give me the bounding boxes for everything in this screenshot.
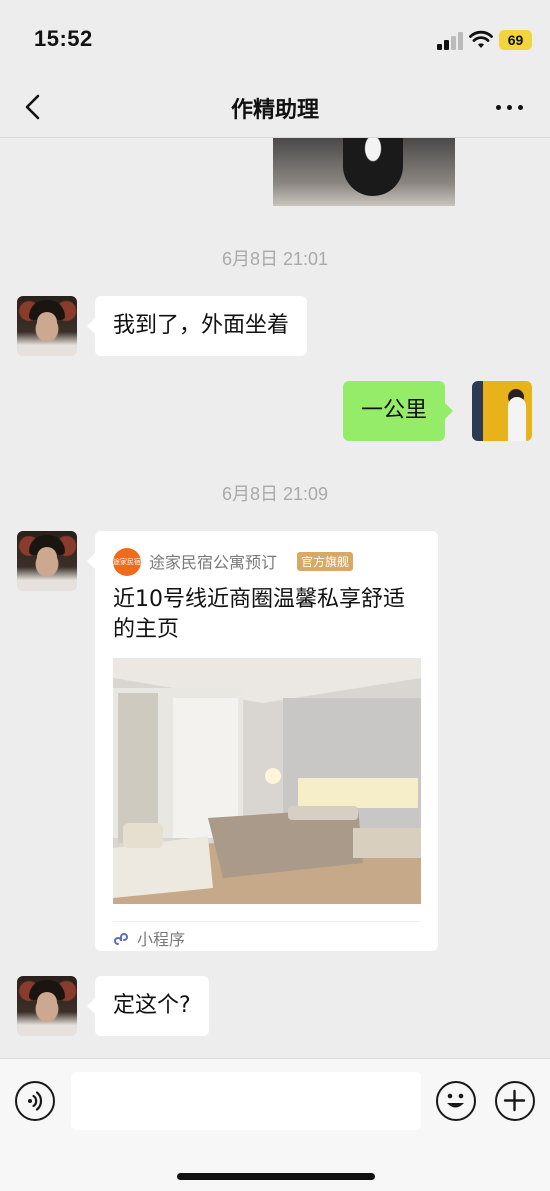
my-avatar[interactable]	[472, 381, 532, 441]
timestamp: 6月8日 21:01	[221, 249, 329, 269]
battery-indicator: 69	[499, 30, 532, 50]
contact-avatar[interactable]	[17, 296, 77, 356]
contact-avatar[interactable]	[17, 976, 77, 1036]
message-bubble-outgoing[interactable]: 一公里	[343, 381, 454, 441]
mini-program-card[interactable]: 途家民宿 途家民宿公寓预订 官方旗舰 近10号线近商圈温馨私享舒适的主页 小程序	[87, 531, 438, 951]
input-bar	[0, 1058, 550, 1191]
voice-icon[interactable]	[15, 1081, 55, 1121]
nav-bar: 作精助理	[0, 80, 550, 138]
card-title: 近10号线近商圈温馨私享舒适的主页	[113, 587, 405, 642]
mini-program-label: 小程序	[137, 930, 186, 949]
contact-avatar[interactable]	[17, 531, 77, 591]
plus-icon[interactable]	[495, 1081, 535, 1121]
status-bar: 15:52 69	[0, 0, 550, 80]
more-dots-icon[interactable]	[492, 95, 528, 119]
cat-photo	[343, 138, 403, 196]
message-input[interactable]	[71, 1072, 421, 1130]
message-bubble-incoming[interactable]: 我到了，外面坐着	[86, 296, 308, 356]
official-badge: 官方旗舰	[297, 552, 354, 571]
mini-program-icon	[114, 933, 128, 945]
chat-title: 作精助理	[230, 98, 319, 123]
previous-image-message[interactable]	[273, 138, 455, 206]
chat-area[interactable]: 6月8日 21:01 我到了，外面坐着 一公里 6月8日 21:09 途家民宿 …	[0, 138, 550, 1058]
message-bubble-incoming[interactable]: 定这个?	[87, 976, 209, 1036]
tujia-logo: 途家民宿	[113, 548, 141, 576]
home-indicator[interactable]	[177, 1173, 375, 1180]
card-source: 途家民宿公寓预订	[149, 553, 278, 572]
wifi-icon	[469, 30, 493, 48]
cellular-signal-icon	[437, 32, 463, 50]
emoji-icon[interactable]	[436, 1081, 476, 1121]
status-time: 15:52	[34, 26, 93, 51]
timestamp: 6月8日 21:09	[221, 484, 329, 504]
card-footer: 小程序	[113, 921, 421, 950]
room-photo	[113, 658, 421, 904]
